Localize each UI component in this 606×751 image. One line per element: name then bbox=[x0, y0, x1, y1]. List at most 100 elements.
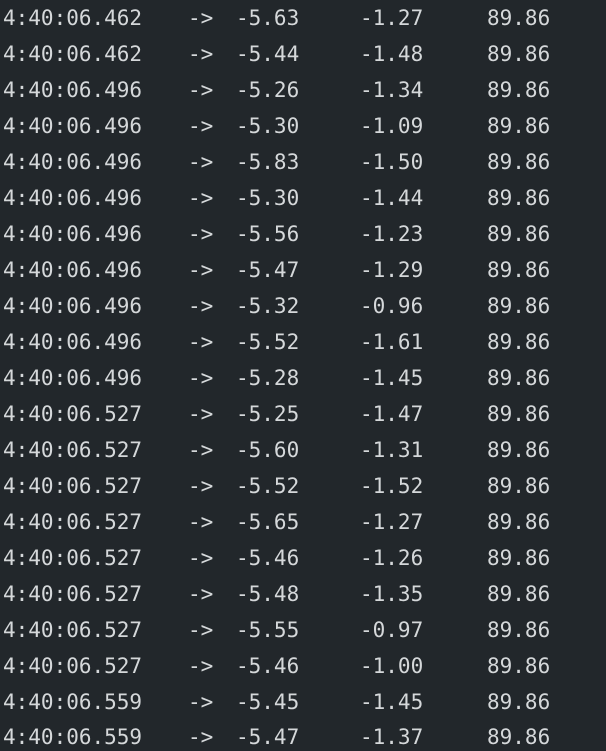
value-1: -5.26 bbox=[236, 78, 300, 102]
timestamp: 4:40:06.496 bbox=[3, 258, 143, 282]
value-3: 89.86 bbox=[487, 366, 551, 390]
value-2: -1.34 bbox=[360, 78, 424, 102]
value-1: -5.48 bbox=[236, 582, 300, 606]
timestamp: 4:40:06.496 bbox=[3, 330, 143, 354]
arrow: -> bbox=[188, 546, 214, 570]
arrow: -> bbox=[188, 402, 214, 426]
timestamp: 4:40:06.527 bbox=[3, 546, 143, 570]
value-2: -1.29 bbox=[360, 258, 424, 282]
value-2: -1.26 bbox=[360, 546, 424, 570]
log-line: 4:40:06.496 -> -5.32 -0.96 89.86 bbox=[0, 288, 606, 324]
log-line: 4:40:06.527 -> -5.65 -1.27 89.86 bbox=[0, 504, 606, 540]
log-line: 4:40:06.559 -> -5.47 -1.37 89.86 bbox=[0, 719, 606, 751]
value-1: -5.25 bbox=[236, 402, 300, 426]
log-line: 4:40:06.496 -> -5.30 -1.09 89.86 bbox=[0, 108, 606, 144]
arrow: -> bbox=[188, 582, 214, 606]
timestamp: 4:40:06.559 bbox=[3, 725, 143, 749]
log-line: 4:40:06.527 -> -5.25 -1.47 89.86 bbox=[0, 396, 606, 432]
value-1: -5.52 bbox=[236, 474, 300, 498]
log-line: 4:40:06.462 -> -5.63 -1.27 89.86 bbox=[0, 0, 606, 36]
arrow: -> bbox=[188, 618, 214, 642]
value-2: -1.45 bbox=[360, 366, 424, 390]
value-2: -1.50 bbox=[360, 150, 424, 174]
value-3: 89.86 bbox=[487, 258, 551, 282]
timestamp: 4:40:06.462 bbox=[3, 42, 143, 66]
arrow: -> bbox=[188, 150, 214, 174]
arrow: -> bbox=[188, 654, 214, 678]
value-2: -1.35 bbox=[360, 582, 424, 606]
serial-monitor-output[interactable]: 4:40:06.462 -> -5.63 -1.27 89.86 4:40:06… bbox=[0, 0, 606, 751]
arrow: -> bbox=[188, 42, 214, 66]
arrow: -> bbox=[188, 6, 214, 30]
value-3: 89.86 bbox=[487, 725, 551, 749]
timestamp: 4:40:06.496 bbox=[3, 222, 143, 246]
log-line: 4:40:06.527 -> -5.60 -1.31 89.86 bbox=[0, 432, 606, 468]
value-3: 89.86 bbox=[487, 150, 551, 174]
value-2: -1.23 bbox=[360, 222, 424, 246]
value-2: -1.31 bbox=[360, 438, 424, 462]
timestamp: 4:40:06.462 bbox=[3, 6, 143, 30]
arrow: -> bbox=[188, 366, 214, 390]
log-line: 4:40:06.527 -> -5.46 -1.00 89.86 bbox=[0, 648, 606, 684]
timestamp: 4:40:06.496 bbox=[3, 78, 143, 102]
value-3: 89.86 bbox=[487, 438, 551, 462]
value-1: -5.60 bbox=[236, 438, 300, 462]
value-1: -5.56 bbox=[236, 222, 300, 246]
value-2: -1.27 bbox=[360, 510, 424, 534]
timestamp: 4:40:06.527 bbox=[3, 618, 143, 642]
value-1: -5.45 bbox=[236, 690, 300, 714]
timestamp: 4:40:06.527 bbox=[3, 438, 143, 462]
timestamp: 4:40:06.527 bbox=[3, 474, 143, 498]
value-2: -1.00 bbox=[360, 654, 424, 678]
value-3: 89.86 bbox=[487, 690, 551, 714]
value-1: -5.63 bbox=[236, 6, 300, 30]
value-2: -1.27 bbox=[360, 6, 424, 30]
timestamp: 4:40:06.527 bbox=[3, 582, 143, 606]
value-3: 89.86 bbox=[487, 114, 551, 138]
value-3: 89.86 bbox=[487, 6, 551, 30]
value-2: -0.96 bbox=[360, 294, 424, 318]
arrow: -> bbox=[188, 258, 214, 282]
value-2: -1.09 bbox=[360, 114, 424, 138]
log-line: 4:40:06.527 -> -5.55 -0.97 89.86 bbox=[0, 612, 606, 648]
value-1: -5.30 bbox=[236, 186, 300, 210]
value-1: -5.32 bbox=[236, 294, 300, 318]
value-3: 89.86 bbox=[487, 546, 551, 570]
value-3: 89.86 bbox=[487, 78, 551, 102]
value-2: -1.52 bbox=[360, 474, 424, 498]
timestamp: 4:40:06.496 bbox=[3, 150, 143, 174]
value-2: -1.37 bbox=[360, 725, 424, 749]
arrow: -> bbox=[188, 510, 214, 534]
timestamp: 4:40:06.496 bbox=[3, 186, 143, 210]
value-1: -5.28 bbox=[236, 366, 300, 390]
value-3: 89.86 bbox=[487, 618, 551, 642]
value-3: 89.86 bbox=[487, 582, 551, 606]
value-1: -5.46 bbox=[236, 546, 300, 570]
value-3: 89.86 bbox=[487, 402, 551, 426]
arrow: -> bbox=[188, 474, 214, 498]
value-1: -5.47 bbox=[236, 725, 300, 749]
value-2: -1.45 bbox=[360, 690, 424, 714]
value-2: -1.61 bbox=[360, 330, 424, 354]
timestamp: 4:40:06.496 bbox=[3, 114, 143, 138]
arrow: -> bbox=[188, 438, 214, 462]
value-2: -1.47 bbox=[360, 402, 424, 426]
log-line: 4:40:06.496 -> -5.26 -1.34 89.86 bbox=[0, 72, 606, 108]
value-1: -5.55 bbox=[236, 618, 300, 642]
log-line: 4:40:06.496 -> -5.28 -1.45 89.86 bbox=[0, 360, 606, 396]
log-line: 4:40:06.496 -> -5.83 -1.50 89.86 bbox=[0, 144, 606, 180]
value-3: 89.86 bbox=[487, 42, 551, 66]
timestamp: 4:40:06.559 bbox=[3, 690, 143, 714]
value-1: -5.44 bbox=[236, 42, 300, 66]
value-2: -1.44 bbox=[360, 186, 424, 210]
arrow: -> bbox=[188, 78, 214, 102]
value-1: -5.30 bbox=[236, 114, 300, 138]
arrow: -> bbox=[188, 690, 214, 714]
value-1: -5.47 bbox=[236, 258, 300, 282]
value-3: 89.86 bbox=[487, 222, 551, 246]
timestamp: 4:40:06.496 bbox=[3, 294, 143, 318]
arrow: -> bbox=[188, 114, 214, 138]
value-1: -5.83 bbox=[236, 150, 300, 174]
log-line: 4:40:06.496 -> -5.47 -1.29 89.86 bbox=[0, 252, 606, 288]
value-1: -5.46 bbox=[236, 654, 300, 678]
